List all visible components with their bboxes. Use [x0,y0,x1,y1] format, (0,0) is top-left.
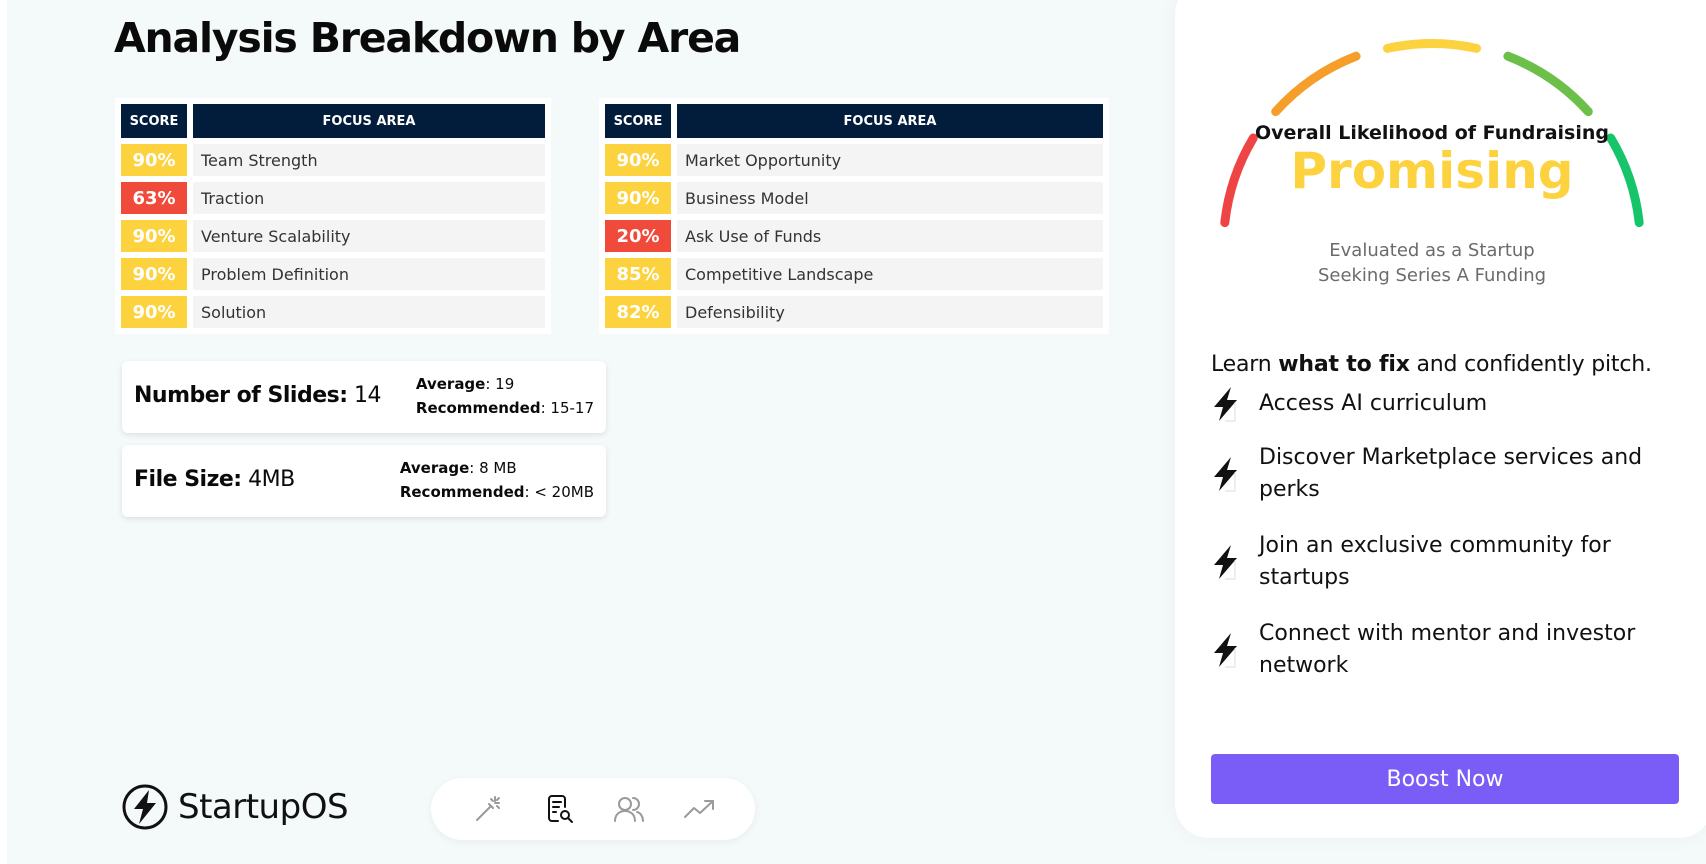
recommended-value: : < 20MB [524,483,594,501]
score-badge: 20% [605,220,671,252]
startupos-logo[interactable]: StartupOS [122,784,349,830]
focus-area-label: Competitive Landscape [677,258,1103,290]
users-icon[interactable] [613,793,645,825]
slides-count: Number of Slides: 14 [134,383,382,408]
lightning-icon [1214,633,1237,668]
learn-prefix: Learn [1211,352,1279,377]
lightning-logo-icon [122,784,168,830]
focus-area-label: Venture Scalability [193,220,545,252]
focus-area-label: Ask Use of Funds [677,220,1103,252]
learn-suffix: and confidently pitch. [1409,352,1652,377]
score-badge: 90% [121,258,187,290]
focus-area-label: Traction [193,182,545,214]
magic-wand-icon[interactable] [471,793,503,825]
fundraising-gauge [1220,39,1644,228]
file-size-value: 4MB [248,467,295,492]
file-size-label: File Size: [134,467,242,492]
slides-benchmarks: Average: 19 Recommended: 15-17 [416,372,594,420]
average-label: Average [399,459,470,477]
lightning-icon [1214,457,1237,492]
gauge-segment-orange [1271,51,1361,117]
bottom-toolbar [431,778,755,840]
score-header: SCORE [605,104,671,138]
focus-area-label: Market Opportunity [677,144,1103,176]
score-badge: 90% [605,182,671,214]
average-label: Average [415,375,486,393]
focus-area-label: Business Model [677,182,1103,214]
gauge-segment-green [1503,51,1593,117]
benefit-text: Discover Marketplace services and perks [1259,445,1643,502]
slides-value: 14 [354,383,382,408]
boost-now-button[interactable]: Boost Now [1211,754,1679,804]
focus-table-right: SCORE FOCUS AREA 90% Market Opportunity 9… [599,98,1109,334]
benefit-text: Join an exclusive community for startups [1259,533,1611,590]
recommended-label: Recommended [415,399,541,417]
focus-area-label: Team Strength [193,144,545,176]
benefit-text: Access AI curriculum [1259,391,1488,416]
evaluation-line-1: Evaluated as a Startup [1329,240,1535,261]
score-badge: 90% [121,144,187,176]
table-row: 90% Solution [121,296,545,328]
table-row: 85% Competitive Landscape [605,258,1103,290]
score-badge: 90% [121,220,187,252]
table-row: 82% Defensibility [605,296,1103,328]
score-badge: 90% [605,144,671,176]
fundraising-status: Promising [1290,142,1574,200]
table-row: 20% Ask Use of Funds [605,220,1103,252]
lightning-icon [1214,545,1237,580]
recommended-value: : 15-17 [540,399,594,417]
focus-area-label: Problem Definition [193,258,545,290]
trending-up-icon[interactable] [683,793,715,825]
table-row: 63% Traction [121,182,545,214]
average-value: : 19 [485,375,515,393]
gauge-segment-yellow [1382,39,1482,53]
score-header: SCORE [121,104,187,138]
score-badge: 63% [121,182,187,214]
score-badge: 82% [605,296,671,328]
brand-name: StartupOS [178,787,349,827]
focus-table-left: SCORE FOCUS AREA 90% Team Strength 63% Tra… [115,98,551,334]
learn-heading: Learn what to fix and confidently pitch. [1211,352,1652,377]
recommended-label: Recommended [399,483,525,501]
table-row: 90% Team Strength [121,144,545,176]
learn-emphasis: what to fix [1278,352,1410,377]
table-row: 90% Venture Scalability [121,220,545,252]
file-size-benchmarks: Average: 8 MB Recommended: < 20MB [400,456,594,504]
fundraising-panel: Overall Likelihood of Fundraising Promis… [1175,0,1706,838]
average-value: : 8 MB [469,459,517,477]
slides-label: Number of Slides: [134,383,348,408]
focus-area-label: Defensibility [677,296,1103,328]
evaluation-line-2: Seeking Series A Funding [1317,265,1547,286]
document-search-icon[interactable] [543,793,575,825]
evaluation-note: Evaluated as a Startup Seeking Series A … [1282,238,1582,288]
benefit-text: Connect with mentor and investor network [1259,621,1636,678]
file-size: File Size: 4MB [134,467,295,492]
lightning-icon [1214,387,1237,422]
score-badge: 90% [121,296,187,328]
focus-area-label: Solution [193,296,545,328]
slides-count-card: Number of Slides: 14 Average: 19 Recomme… [122,361,606,433]
page-title: Analysis Breakdown by Area [114,14,741,62]
table-row: 90% Problem Definition [121,258,545,290]
analysis-page: Analysis Breakdown by Area SCORE FOCUS A… [7,0,1706,864]
focus-area-header: FOCUS AREA [677,104,1103,138]
table-row: 90% Market Opportunity [605,144,1103,176]
gauge-title: Overall Likelihood of Fundraising [1254,122,1610,144]
file-size-card: File Size: 4MB Average: 8 MB Recommended… [122,445,606,517]
focus-area-header: FOCUS AREA [193,104,545,138]
score-badge: 85% [605,258,671,290]
table-row: 90% Business Model [605,182,1103,214]
